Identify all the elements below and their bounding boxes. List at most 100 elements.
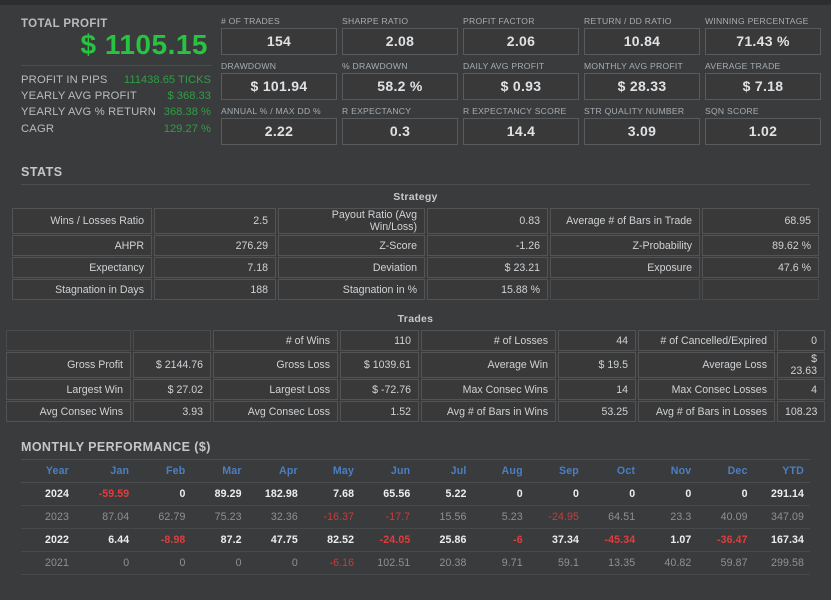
metric-card-label: DRAWDOWN <box>221 61 277 71</box>
stat-value-cell: $ 1039.61 <box>340 352 419 378</box>
stat-value-cell: 188 <box>154 279 276 300</box>
stat-value-cell: 3.93 <box>133 401 211 422</box>
monthly-header-row: Year Jan Feb Mar Apr May Jun Jul Aug Sep Oct Nov Dec… <box>21 459 810 483</box>
monthly-value-cell: -45.34 <box>584 528 642 552</box>
metric-card-value: 2.08 <box>342 28 458 55</box>
metric-card: PROFIT FACTOR 2.06 <box>463 16 581 61</box>
stat-value-cell: $ 19.5 <box>558 352 636 378</box>
monthly-column-header: Oct <box>584 459 642 483</box>
trades-table-title: Trades <box>397 313 434 325</box>
monthly-row: 2022 6.44 -8.98 87.2 47.75 82.52 -24.05 25.86 -6… <box>21 528 810 552</box>
stat-label-cell: Stagnation in Days <box>12 279 152 300</box>
stat-label-cell: Max Consec Wins <box>421 379 556 400</box>
stat-label-cell: Z-Score <box>278 235 425 256</box>
monthly-value-cell: 5.23 <box>472 505 529 529</box>
stat-label-cell: Gross Loss <box>213 352 338 378</box>
stat-label-cell <box>550 279 700 300</box>
stat-row: AHPR 276.29 Z-Score -1.26 Z-Probability 89.62… <box>12 235 819 256</box>
stat-label-cell: Avg Consec Wins <box>6 401 131 422</box>
metric-card-label: RETURN / DD RATIO <box>584 16 672 26</box>
stat-value-cell: 110 <box>340 330 419 351</box>
metric-card-label: SHARPE RATIO <box>342 16 409 26</box>
stat-value-cell: $ 2144.76 <box>133 352 211 378</box>
monthly-value-cell: -8.98 <box>135 528 192 552</box>
monthly-value-cell: 0 <box>472 482 529 506</box>
monthly-value-cell: 75.23 <box>191 505 248 529</box>
stat-label-cell: Average Loss <box>638 352 775 378</box>
monthly-column-header: Apr <box>247 459 304 483</box>
total-profit-value: $ 1105.15 <box>80 29 208 60</box>
monthly-value-cell: 291.14 <box>753 482 810 506</box>
monthly-value-cell: 25.86 <box>416 528 473 552</box>
monthly-row: 2024 -59.59 0 89.29 182.98 7.68 65.56 5.22 0 0 0 0 0… <box>21 482 810 506</box>
metric-card: % DRAWDOWN 58.2 % <box>342 61 460 106</box>
metric-card-label: WINNING PERCENTAGE <box>705 16 809 26</box>
monthly-value-cell: 15.56 <box>416 505 473 529</box>
monthly-value-cell: 59.1 <box>528 551 585 575</box>
stats-heading: STATS <box>21 165 63 179</box>
metric-card: WINNING PERCENTAGE 71.43 % <box>705 16 823 61</box>
stat-label-cell: Exposure <box>550 257 700 278</box>
stat-label-cell: Avg Consec Loss <box>213 401 338 422</box>
stat-value-cell: $ -72.76 <box>340 379 419 400</box>
profit-metric-label: YEARLY AVG % RETURN <box>21 106 156 119</box>
monthly-column-header: Dec <box>697 459 754 483</box>
monthly-value-cell: 62.79 <box>135 505 192 529</box>
metric-card: STR QUALITY NUMBER 3.09 <box>584 106 702 151</box>
monthly-value-cell: 0 <box>135 551 192 575</box>
stats-divider <box>21 184 810 185</box>
monthly-value-cell: 0 <box>584 482 642 506</box>
monthly-value-cell: 347.09 <box>753 505 810 529</box>
monthly-value-cell: -6 <box>472 528 529 552</box>
metric-card: DRAWDOWN $ 101.94 <box>221 61 339 106</box>
strategy-table-title: Strategy <box>393 191 438 203</box>
stat-label-cell <box>6 330 131 351</box>
backtest-report-page: TOTAL PROFIT $ 1105.15 PROFIT IN PIPS 111… <box>0 0 831 600</box>
metric-card-label: R EXPECTANCY <box>342 106 412 116</box>
metric-card-label: MONTHLY AVG PROFIT <box>584 61 684 71</box>
monthly-column-header: Jan <box>79 459 136 483</box>
monthly-column-header: Mar <box>191 459 248 483</box>
metric-card-value: 1.02 <box>705 118 821 145</box>
stat-value-cell: 44 <box>558 330 636 351</box>
stat-value-cell: 108.23 <box>777 401 825 422</box>
monthly-value-cell: -17.7 <box>360 505 417 529</box>
monthly-column-header: Sep <box>528 459 585 483</box>
monthly-year-cell: 2022 <box>21 528 79 552</box>
metric-card-value: 2.06 <box>463 28 579 55</box>
stat-value-cell: 15.88 % <box>427 279 548 300</box>
monthly-value-cell: 13.35 <box>584 551 642 575</box>
metric-card-value: 2.22 <box>221 118 337 145</box>
stat-value-cell: 68.95 <box>702 208 819 234</box>
stat-value-cell: 89.62 % <box>702 235 819 256</box>
monthly-value-cell: -6.16 <box>303 551 361 575</box>
stat-label-cell: Deviation <box>278 257 425 278</box>
stat-label-cell: # of Cancelled/Expired <box>638 330 775 351</box>
profit-metric-row: PROFIT IN PIPS 111438.65 TICKS <box>21 71 216 87</box>
metric-card-value: 154 <box>221 28 337 55</box>
monthly-value-cell: 0 <box>247 551 304 575</box>
monthly-column-header: Jul <box>416 459 473 483</box>
profit-metric-value: 129.27 % <box>163 122 211 135</box>
profit-metric-label: CAGR <box>21 122 55 135</box>
monthly-value-cell: 87.2 <box>191 528 248 552</box>
stat-value-cell: 14 <box>558 379 636 400</box>
stat-value-cell: 276.29 <box>154 235 276 256</box>
strategy-stats-table: Wins / Losses Ratio 2.5 Payout Ratio (Avg … <box>10 207 821 301</box>
monthly-column-header: May <box>303 459 361 483</box>
monthly-value-cell: 82.52 <box>303 528 361 552</box>
monthly-column-header: Feb <box>135 459 192 483</box>
stat-label-cell: Wins / Losses Ratio <box>12 208 152 234</box>
monthly-value-cell: 0 <box>528 482 585 506</box>
stat-value-cell: $ 27.02 <box>133 379 211 400</box>
metric-card-value: 71.43 % <box>705 28 821 55</box>
monthly-value-cell: -16.37 <box>303 505 361 529</box>
stat-value-cell: 53.25 <box>558 401 636 422</box>
monthly-value-cell: 0 <box>135 482 192 506</box>
monthly-value-cell: 7.68 <box>303 482 361 506</box>
stat-value-cell: 7.18 <box>154 257 276 278</box>
stat-value-cell: $ 23.63 <box>777 352 825 378</box>
profit-metric-label: PROFIT IN PIPS <box>21 73 108 86</box>
stat-value-cell <box>133 330 211 351</box>
stat-label-cell: AHPR <box>12 235 152 256</box>
